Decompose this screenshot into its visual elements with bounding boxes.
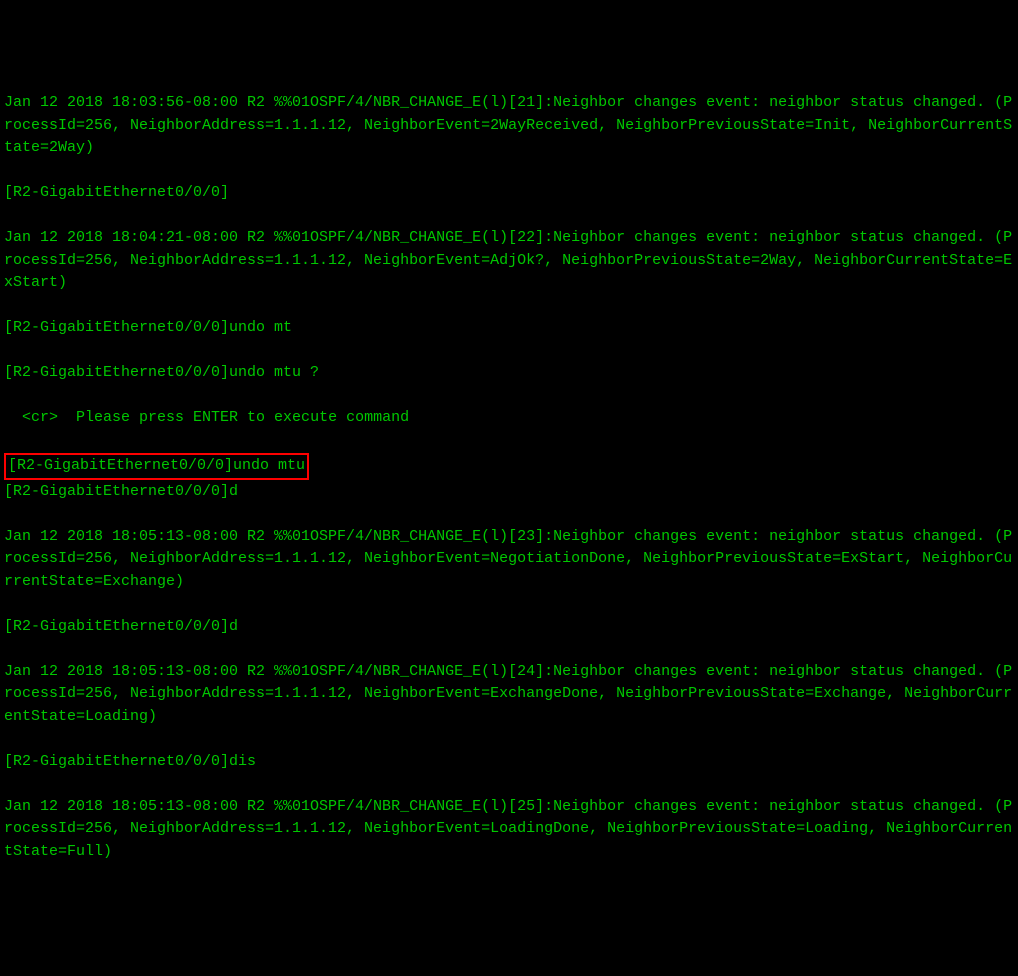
cmd-undo-mt[interactable]: [R2-GigabitEthernet0/0/0]undo mt bbox=[4, 317, 1014, 340]
cmd-undo-mtu-help[interactable]: [R2-GigabitEthernet0/0/0]undo mtu ? bbox=[4, 362, 1014, 385]
prompt-r2-ge000[interactable]: [R2-GigabitEthernet0/0/0] bbox=[4, 182, 1014, 205]
help-cr-enter: <cr> Please press ENTER to execute comma… bbox=[4, 407, 1014, 430]
cmd-dis-partial[interactable]: [R2-GigabitEthernet0/0/0]dis bbox=[4, 751, 1014, 774]
cmd-d-partial-2[interactable]: [R2-GigabitEthernet0/0/0]d bbox=[4, 616, 1014, 639]
log-ospf-nbr-change-25: Jan 12 2018 18:05:13-08:00 R2 %%01OSPF/4… bbox=[4, 796, 1014, 864]
log-ospf-nbr-change-21: Jan 12 2018 18:03:56-08:00 R2 %%01OSPF/4… bbox=[4, 92, 1014, 160]
log-ospf-nbr-change-22: Jan 12 2018 18:04:21-08:00 R2 %%01OSPF/4… bbox=[4, 227, 1014, 295]
log-ospf-nbr-change-24: Jan 12 2018 18:05:13-08:00 R2 %%01OSPF/4… bbox=[4, 661, 1014, 729]
cmd-undo-mtu-highlighted[interactable]: [R2-GigabitEthernet0/0/0]undo mtu bbox=[4, 453, 309, 480]
log-ospf-nbr-change-23: Jan 12 2018 18:05:13-08:00 R2 %%01OSPF/4… bbox=[4, 526, 1014, 594]
cmd-d-partial-1[interactable]: [R2-GigabitEthernet0/0/0]d bbox=[4, 481, 1014, 504]
